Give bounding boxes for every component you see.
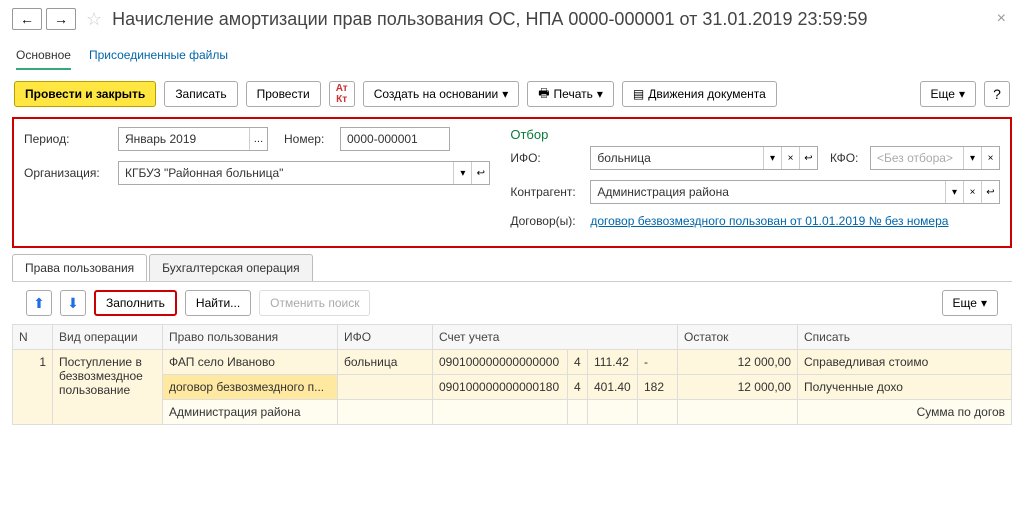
tab-rights[interactable]: Права пользования xyxy=(12,254,147,281)
report-icon: ▤ xyxy=(633,87,644,101)
post-button[interactable]: Провести xyxy=(246,81,321,107)
dogovor-label: Договор(ы): xyxy=(510,214,584,228)
col-n[interactable]: N xyxy=(13,325,53,350)
col-op[interactable]: Вид операции xyxy=(53,325,163,350)
dt-kt-button[interactable]: АтКт xyxy=(329,81,355,107)
kfo-input[interactable]: <Без отбора> ▾ × xyxy=(870,146,1000,170)
kontr-open-button[interactable]: ↩ xyxy=(981,181,999,203)
org-dropdown-button[interactable]: ▾ xyxy=(453,162,471,184)
col-ifo[interactable]: ИФО xyxy=(338,325,433,350)
chevron-down-icon: ▾ xyxy=(597,87,603,101)
back-button[interactable]: ← xyxy=(12,8,42,30)
page-title: Начисление амортизации прав пользования … xyxy=(112,9,987,30)
print-button[interactable]: 🖶 Печать ▾ xyxy=(527,81,614,107)
chevron-down-icon: ▾ xyxy=(959,87,965,101)
arrow-up-icon: ⬆ xyxy=(33,295,45,312)
number-label: Номер: xyxy=(284,132,334,146)
move-up-button[interactable]: ⬆ xyxy=(26,290,52,316)
col-right[interactable]: Право пользования xyxy=(163,325,338,350)
chevron-down-icon: ▾ xyxy=(981,296,987,310)
number-input[interactable]: 0000-000001 xyxy=(340,127,450,151)
cancel-find-button[interactable]: Отменить поиск xyxy=(259,290,370,316)
printer-icon: 🖶 xyxy=(538,84,549,105)
period-picker-button[interactable]: … xyxy=(249,128,267,150)
table-row[interactable]: 1 Поступление в безвозмездное пользовани… xyxy=(13,350,1012,375)
chevron-down-icon: ▾ xyxy=(502,87,508,101)
ifo-clear-button[interactable]: × xyxy=(781,147,799,169)
table-row[interactable]: Администрация района Сумма по догов xyxy=(13,400,1012,425)
kfo-dropdown-button[interactable]: ▾ xyxy=(963,147,981,169)
nav-main[interactable]: Основное xyxy=(16,42,71,70)
arrow-down-icon: ⬇ xyxy=(67,295,79,312)
close-button[interactable]: × xyxy=(991,10,1012,28)
kontr-dropdown-button[interactable]: ▾ xyxy=(945,181,963,203)
nav-files[interactable]: Присоединенные файлы xyxy=(89,42,228,70)
based-on-button[interactable]: Создать на основании ▾ xyxy=(363,81,520,107)
kfo-clear-button[interactable]: × xyxy=(981,147,999,169)
favorite-icon[interactable]: ☆ xyxy=(86,9,102,30)
col-rest[interactable]: Остаток xyxy=(678,325,798,350)
org-input[interactable]: КГБУЗ "Районная больница" ▾ ↩ xyxy=(118,161,490,185)
kontr-label: Контрагент: xyxy=(510,185,584,199)
col-account[interactable]: Счет учета xyxy=(433,325,678,350)
period-input[interactable]: Январь 2019 … xyxy=(118,127,268,151)
form-panel: Период: Январь 2019 … Номер: 0000-000001… xyxy=(12,117,1012,248)
find-button[interactable]: Найти... xyxy=(185,290,251,316)
post-close-button[interactable]: Провести и закрыть xyxy=(14,81,156,107)
help-button[interactable]: ? xyxy=(984,81,1010,107)
ifo-dropdown-button[interactable]: ▾ xyxy=(763,147,781,169)
table-more-button[interactable]: Еще ▾ xyxy=(942,290,998,316)
ifo-input[interactable]: больница ▾ × ↩ xyxy=(590,146,818,170)
ifo-open-button[interactable]: ↩ xyxy=(799,147,817,169)
col-writeoff[interactable]: Списать xyxy=(798,325,1012,350)
period-label: Период: xyxy=(24,132,112,146)
kontr-input[interactable]: Администрация района ▾ × ↩ xyxy=(590,180,1000,204)
otbor-title: Отбор xyxy=(510,127,1000,142)
dogovor-link[interactable]: договор безвозмездного пользован от 01.0… xyxy=(590,214,948,228)
move-down-button[interactable]: ⬇ xyxy=(60,290,86,316)
rights-table: N Вид операции Право пользования ИФО Сче… xyxy=(12,324,1012,425)
table-row[interactable]: договор безвозмездного п... 090100000000… xyxy=(13,375,1012,400)
save-button[interactable]: Записать xyxy=(164,81,237,107)
movements-button[interactable]: ▤ Движения документа xyxy=(622,81,777,107)
tab-accounting[interactable]: Бухгалтерская операция xyxy=(149,254,312,281)
ifo-label: ИФО: xyxy=(510,151,584,165)
kfo-label: КФО: xyxy=(830,151,864,165)
kontr-clear-button[interactable]: × xyxy=(963,181,981,203)
org-open-button[interactable]: ↩ xyxy=(471,162,489,184)
fill-button[interactable]: Заполнить xyxy=(94,290,177,316)
more-button[interactable]: Еще ▾ xyxy=(920,81,976,107)
forward-button[interactable]: → xyxy=(46,8,76,30)
org-label: Организация: xyxy=(24,166,112,180)
